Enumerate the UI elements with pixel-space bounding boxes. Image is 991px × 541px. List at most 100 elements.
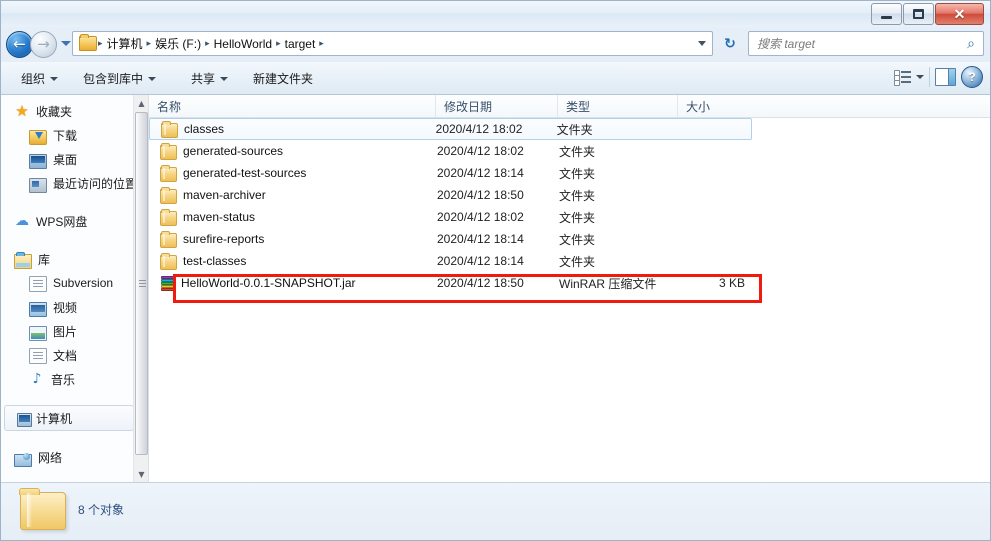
- table-row[interactable]: test-classes 2020/4/12 18:14 文件夹: [149, 250, 991, 272]
- folder-icon: [160, 252, 177, 270]
- breadcrumb[interactable]: ▸ 计算机 ▸ 娱乐 (F:) ▸ HelloWorld ▸ target ▸: [72, 31, 713, 56]
- computer-icon: [17, 413, 32, 427]
- file-name-cell: generated-test-sources: [149, 164, 435, 182]
- breadcrumb-item-helloworld[interactable]: HelloWorld: [211, 37, 275, 51]
- star-icon: ★: [15, 102, 29, 120]
- table-row[interactable]: HelloWorld-0.0.1-SNAPSHOT.jar 2020/4/12 …: [149, 272, 991, 303]
- column-label: 名称: [157, 99, 182, 114]
- sidebar-item-label: 视频: [53, 300, 78, 315]
- history-dropdown-icon[interactable]: [61, 41, 71, 46]
- navigation-buttons: ← →: [6, 29, 71, 59]
- sidebar-item-music[interactable]: ♪ 音乐: [0, 367, 140, 391]
- table-row[interactable]: generated-sources 2020/4/12 18:02 文件夹: [149, 140, 991, 162]
- file-name-cell: HelloWorld-0.0.1-SNAPSHOT.jar: [149, 275, 435, 291]
- search-icon: ⌕: [967, 35, 975, 52]
- sidebar-item-subversion[interactable]: Subversion: [0, 271, 140, 295]
- file-type: WinRAR 压缩文件: [559, 276, 657, 291]
- file-list-pane: 名称 修改日期 类型 大小 classes 2020/4/12 18:02 文件…: [149, 95, 991, 482]
- close-icon: ✕: [953, 5, 966, 22]
- sidebar-item-network[interactable]: 网络: [0, 445, 140, 469]
- back-button[interactable]: ←: [6, 31, 33, 58]
- scroll-up-icon[interactable]: ▲: [134, 95, 148, 111]
- column-header-name[interactable]: 名称: [149, 95, 435, 117]
- maximize-icon: [913, 9, 924, 19]
- cloud-icon: ☁: [15, 213, 29, 229]
- picture-icon: [29, 325, 47, 341]
- file-name: generated-test-sources: [183, 166, 307, 180]
- include-in-library-button[interactable]: 包含到库中: [76, 68, 163, 89]
- table-row[interactable]: maven-status 2020/4/12 18:02 文件夹: [149, 206, 991, 228]
- scrollbar-thumb[interactable]: [135, 112, 148, 455]
- file-type: 文件夹: [559, 188, 596, 203]
- sidebar-item-label: 桌面: [53, 152, 78, 167]
- column-header-size[interactable]: 大小: [677, 95, 755, 117]
- sidebar-item-desktop[interactable]: 桌面: [0, 147, 140, 171]
- file-name-cell: test-classes: [149, 252, 435, 270]
- column-header-date[interactable]: 修改日期: [435, 95, 557, 117]
- table-row[interactable]: maven-archiver 2020/4/12 18:50 文件夹: [149, 184, 991, 206]
- network-icon: [14, 452, 32, 467]
- forward-button[interactable]: →: [30, 31, 57, 58]
- scroll-down-icon[interactable]: ▼: [134, 466, 148, 482]
- refresh-button[interactable]: ↻: [718, 32, 742, 55]
- maximize-button[interactable]: [903, 3, 934, 25]
- table-row[interactable]: generated-test-sources 2020/4/12 18:14 文…: [149, 162, 991, 184]
- status-text: 8 个对象: [78, 503, 125, 517]
- folder-icon: [160, 208, 177, 226]
- sidebar-item-wps-cloud[interactable]: ☁ WPS网盘: [0, 209, 140, 233]
- breadcrumb-dropdown-icon[interactable]: [698, 41, 706, 46]
- file-type: 文件夹: [559, 210, 596, 225]
- table-row[interactable]: classes 2020/4/12 18:02 文件夹: [149, 118, 752, 140]
- sidebar-item-documents[interactable]: 文档: [0, 343, 140, 367]
- minimize-button[interactable]: [871, 3, 902, 25]
- help-icon[interactable]: ?: [961, 66, 983, 88]
- sidebar-item-label: 文档: [53, 348, 78, 363]
- file-date: 2020/4/12 18:02: [435, 122, 523, 136]
- sidebar-item-downloads[interactable]: 下载: [0, 123, 140, 147]
- sidebar-item-recent-places[interactable]: 最近访问的位置: [0, 171, 140, 195]
- breadcrumb-item-target[interactable]: target: [282, 37, 319, 51]
- sidebar-item-pictures[interactable]: 图片: [0, 319, 140, 343]
- file-date: 2020/4/12 18:14: [437, 166, 524, 180]
- title-bar: ✕: [0, 0, 991, 27]
- share-button[interactable]: 共享: [184, 68, 235, 89]
- view-options-chevron-icon[interactable]: [916, 75, 924, 79]
- new-folder-label: 新建文件夹: [253, 72, 314, 86]
- navigation-list: ★ 收藏夹 下载 桌面 最近访问的位置 ☁ WPS网盘 库 Subversion…: [0, 95, 140, 469]
- file-name: HelloWorld-0.0.1-SNAPSHOT.jar: [181, 276, 356, 290]
- chevron-down-icon: [220, 76, 229, 81]
- file-date: 2020/4/12 18:50: [437, 188, 524, 202]
- file-type: 文件夹: [559, 232, 596, 247]
- file-type: 文件夹: [559, 144, 596, 159]
- recent-places-icon: [29, 177, 47, 193]
- breadcrumb-item-drive[interactable]: 娱乐 (F:): [152, 35, 204, 52]
- change-view-icon[interactable]: [894, 69, 911, 86]
- sidebar-item-label: WPS网盘: [36, 214, 88, 229]
- sidebar-item-favorites[interactable]: ★ 收藏夹: [0, 99, 140, 123]
- explorer-window: ✕ ← → ▸ 计算机 ▸ 娱乐 (F:) ▸ HelloWorld ▸ tar…: [0, 0, 991, 541]
- search-input[interactable]: 搜索 target: [749, 35, 959, 52]
- search-box[interactable]: 搜索 target ⌕: [748, 31, 984, 56]
- organize-button[interactable]: 组织: [14, 68, 65, 89]
- column-label: 类型: [566, 99, 591, 114]
- winrar-archive-icon: [160, 276, 175, 291]
- sidebar-item-videos[interactable]: 视频: [0, 295, 140, 319]
- share-label: 共享: [191, 72, 216, 86]
- preview-pane-icon[interactable]: [935, 68, 956, 86]
- folder-icon: [160, 164, 177, 182]
- sidebar-scrollbar[interactable]: ▲ ▼: [133, 95, 148, 482]
- new-folder-button[interactable]: 新建文件夹: [246, 68, 320, 89]
- table-row[interactable]: surefire-reports 2020/4/12 18:14 文件夹: [149, 228, 991, 250]
- scrollbar-grip-icon: [139, 279, 146, 288]
- sidebar-item-computer[interactable]: 计算机: [4, 405, 134, 431]
- chevron-down-icon: [50, 76, 59, 81]
- breadcrumb-item-computer[interactable]: 计算机: [104, 35, 146, 52]
- sidebar-item-label: 音乐: [51, 372, 76, 387]
- column-header-type[interactable]: 类型: [557, 95, 677, 117]
- sidebar-item-label: 计算机: [36, 411, 73, 426]
- sidebar-item-libraries[interactable]: 库: [0, 247, 140, 271]
- chevron-down-icon: [148, 76, 157, 81]
- sidebar-item-label: 库: [38, 252, 51, 267]
- close-button[interactable]: ✕: [935, 3, 984, 25]
